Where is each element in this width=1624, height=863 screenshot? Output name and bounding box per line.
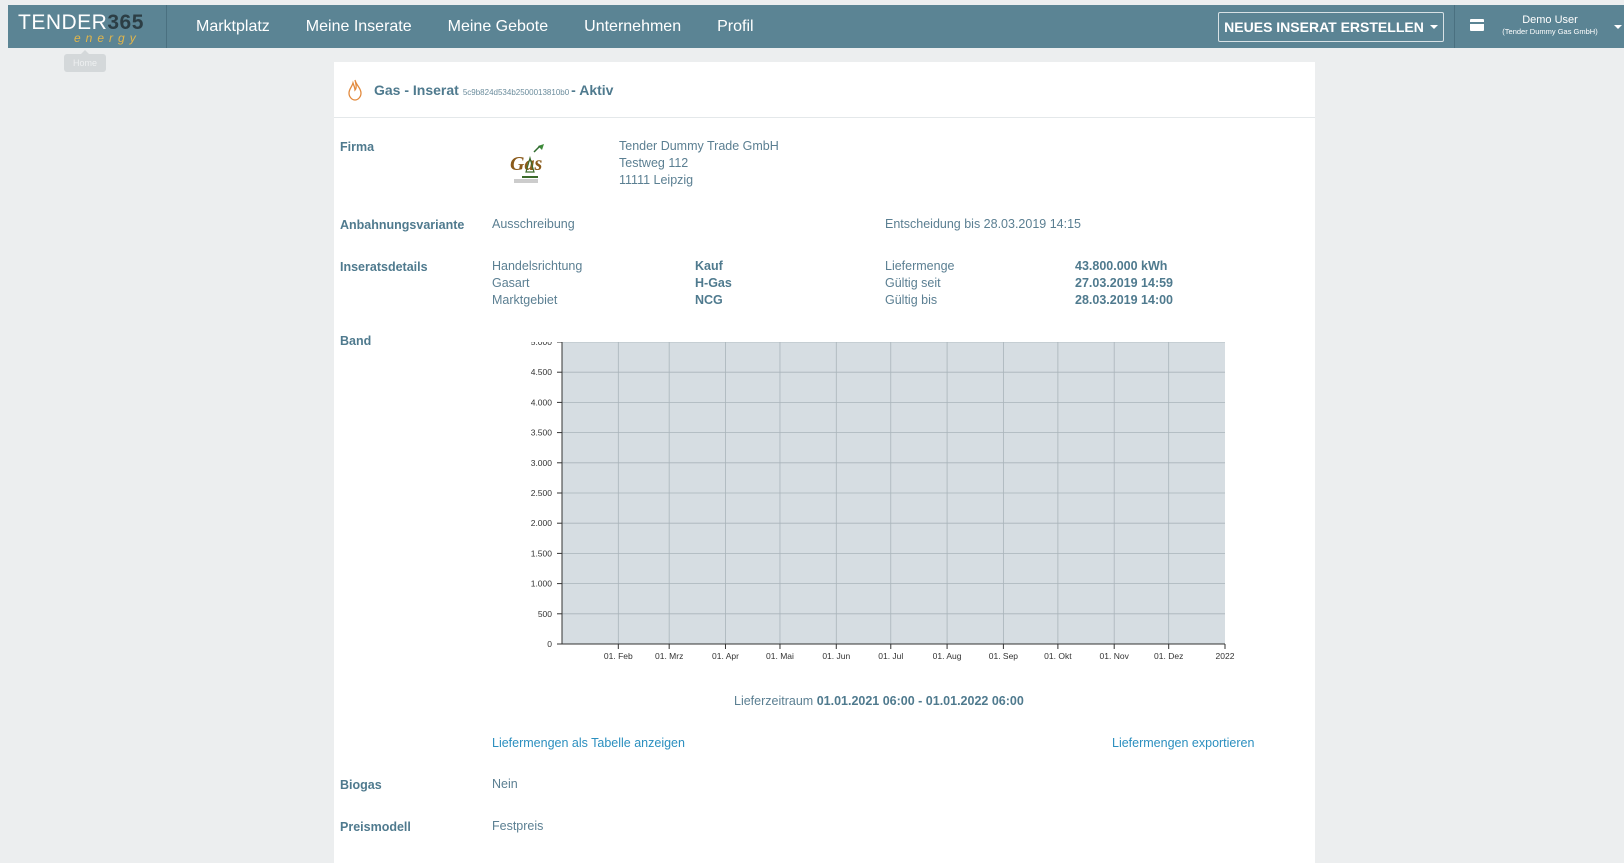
preismodell-value: Festpreis (492, 819, 544, 833)
user-name: Demo User (1522, 14, 1578, 26)
create-listing-label: NEUES INSERAT ERSTELLEN (1224, 19, 1424, 35)
nav-divider (1454, 5, 1455, 48)
detail-value: NCG (695, 293, 723, 307)
detail-key: Handelsrichtung (492, 259, 583, 273)
user-menu[interactable]: Demo User (Tender Dummy Gas GmbH) (1464, 9, 1624, 45)
home-tooltip: Home (64, 50, 106, 72)
anbahnung-value: Ausschreibung (492, 217, 575, 231)
nav-item-marktplatz[interactable]: Marktplatz (178, 5, 288, 48)
nav-item-unternehmen[interactable]: Unternehmen (566, 5, 699, 48)
brand-logo[interactable]: TENDER365 energy (8, 5, 167, 48)
y-tick-label: 5.000 (531, 342, 553, 347)
listing-panel: Gas - Inserat 5c9b824d534b2500013810b0- A… (334, 62, 1315, 863)
delivery-period-range: 01.01.2021 06:00 - 01.01.2022 06:00 (816, 694, 1024, 708)
x-tick-label: 01. Jun (822, 651, 850, 661)
flame-icon (348, 79, 362, 101)
gas-logo-image: Gas (510, 144, 544, 183)
company-logo: Gas (508, 142, 554, 186)
x-tick-label: 01. Mrz (655, 651, 683, 661)
biogas-value: Nein (492, 777, 518, 791)
detail-key: Marktgebiet (492, 293, 558, 307)
id-card-icon (1470, 19, 1484, 31)
show-table-link[interactable]: Liefermengen als Tabelle anzeigen (492, 736, 685, 750)
nav-item-meine-gebote[interactable]: Meine Gebote (430, 5, 567, 48)
export-link[interactable]: Liefermengen exportieren (1112, 736, 1254, 750)
details-label: Inseratsdetails (340, 260, 428, 274)
x-tick-label: 01. Nov (1100, 651, 1130, 661)
band-chart: 0 500 1.000 1.500 2.000 2.500 3.000 3.500 4.000 4… (504, 337, 1294, 672)
x-tick-label: 01. Apr (712, 651, 739, 661)
brand-subtitle: energy (74, 31, 141, 45)
top-navbar: TENDER365 energy Marktplatz Meine Insera… (8, 5, 1624, 48)
biogas-label: Biogas (340, 778, 382, 792)
delivery-period-prefix: Lieferzeitraum (734, 694, 814, 708)
company-name: Tender Dummy Trade GmbH (619, 139, 779, 153)
create-listing-button[interactable]: NEUES INSERAT ERSTELLEN (1218, 12, 1444, 42)
y-tick-label: 2.000 (531, 518, 553, 528)
detail-value: Kauf (695, 259, 723, 273)
detail-value: H-Gas (695, 276, 732, 290)
y-tick-label: 3.000 (531, 458, 553, 468)
decision-deadline: Entscheidung bis 28.03.2019 14:15 (885, 217, 1081, 231)
y-tick-label: 3.500 (531, 428, 553, 438)
detail-value: 28.03.2019 14:00 (1075, 293, 1174, 307)
x-tick-label: 01. Dez (1154, 651, 1183, 661)
y-tick-label: 0 (547, 639, 552, 649)
listing-title: Gas - Inserat 5c9b824d534b2500013810b0- A… (374, 82, 613, 98)
detail-key: Gültig seit (885, 276, 941, 290)
main-nav: Marktplatz Meine Inserate Meine Gebote U… (178, 5, 772, 48)
company-street: Testweg 112 (619, 156, 689, 170)
user-company: (Tender Dummy Gas GmbH) (1502, 27, 1598, 36)
x-tick-label: 01. Feb (604, 651, 633, 661)
y-tick-label: 4.500 (531, 367, 553, 377)
panel-header: Gas - Inserat 5c9b824d534b2500013810b0- A… (334, 62, 1315, 118)
firma-label: Firma (340, 140, 375, 154)
company-city: 11111 Leipzig (619, 173, 694, 187)
x-tick-label: 01. Sep (989, 651, 1019, 661)
listing-id: 5c9b824d534b2500013810b0 (462, 88, 570, 97)
x-tick-label: 01. Jul (878, 651, 903, 661)
nav-item-meine-inserate[interactable]: Meine Inserate (288, 5, 430, 48)
y-tick-label: 1.000 (531, 579, 553, 589)
x-tick-label: 01. Aug (933, 651, 962, 661)
preismodell-label: Preismodell (340, 820, 411, 834)
nav-item-profil[interactable]: Profil (699, 5, 771, 48)
band-chart-svg: 0 500 1.000 1.500 2.000 2.500 3.000 3.500 4.000 4… (531, 337, 1235, 661)
y-tick-label: 1.500 (531, 548, 553, 558)
detail-value: 27.03.2019 14:59 (1075, 276, 1174, 290)
anbahnung-label: Anbahnungsvariante (340, 218, 465, 232)
listing-status: - Aktiv (571, 82, 614, 98)
detail-key: Gültig bis (885, 293, 938, 307)
detail-key: Liefermenge (885, 259, 955, 273)
listing-type: Gas - Inserat (374, 82, 459, 98)
delivery-period: Lieferzeitraum 01.01.2021 06:00 - 01.01.… (734, 693, 1024, 710)
detail-key: Gasart (492, 276, 530, 290)
detail-value: 43.800.000 kWh (1075, 259, 1168, 273)
y-tick-label: 2.500 (531, 488, 553, 498)
x-tick-label: 2022 (1216, 651, 1235, 661)
band-label: Band (340, 334, 372, 348)
y-tick-label: 500 (538, 609, 552, 619)
y-tick-label: 4.000 (531, 397, 553, 407)
chevron-down-icon (1429, 25, 1438, 29)
x-tick-label: 01. Okt (1044, 651, 1072, 661)
x-tick-label: 01. Mai (766, 651, 794, 661)
chevron-down-icon (1614, 25, 1622, 29)
